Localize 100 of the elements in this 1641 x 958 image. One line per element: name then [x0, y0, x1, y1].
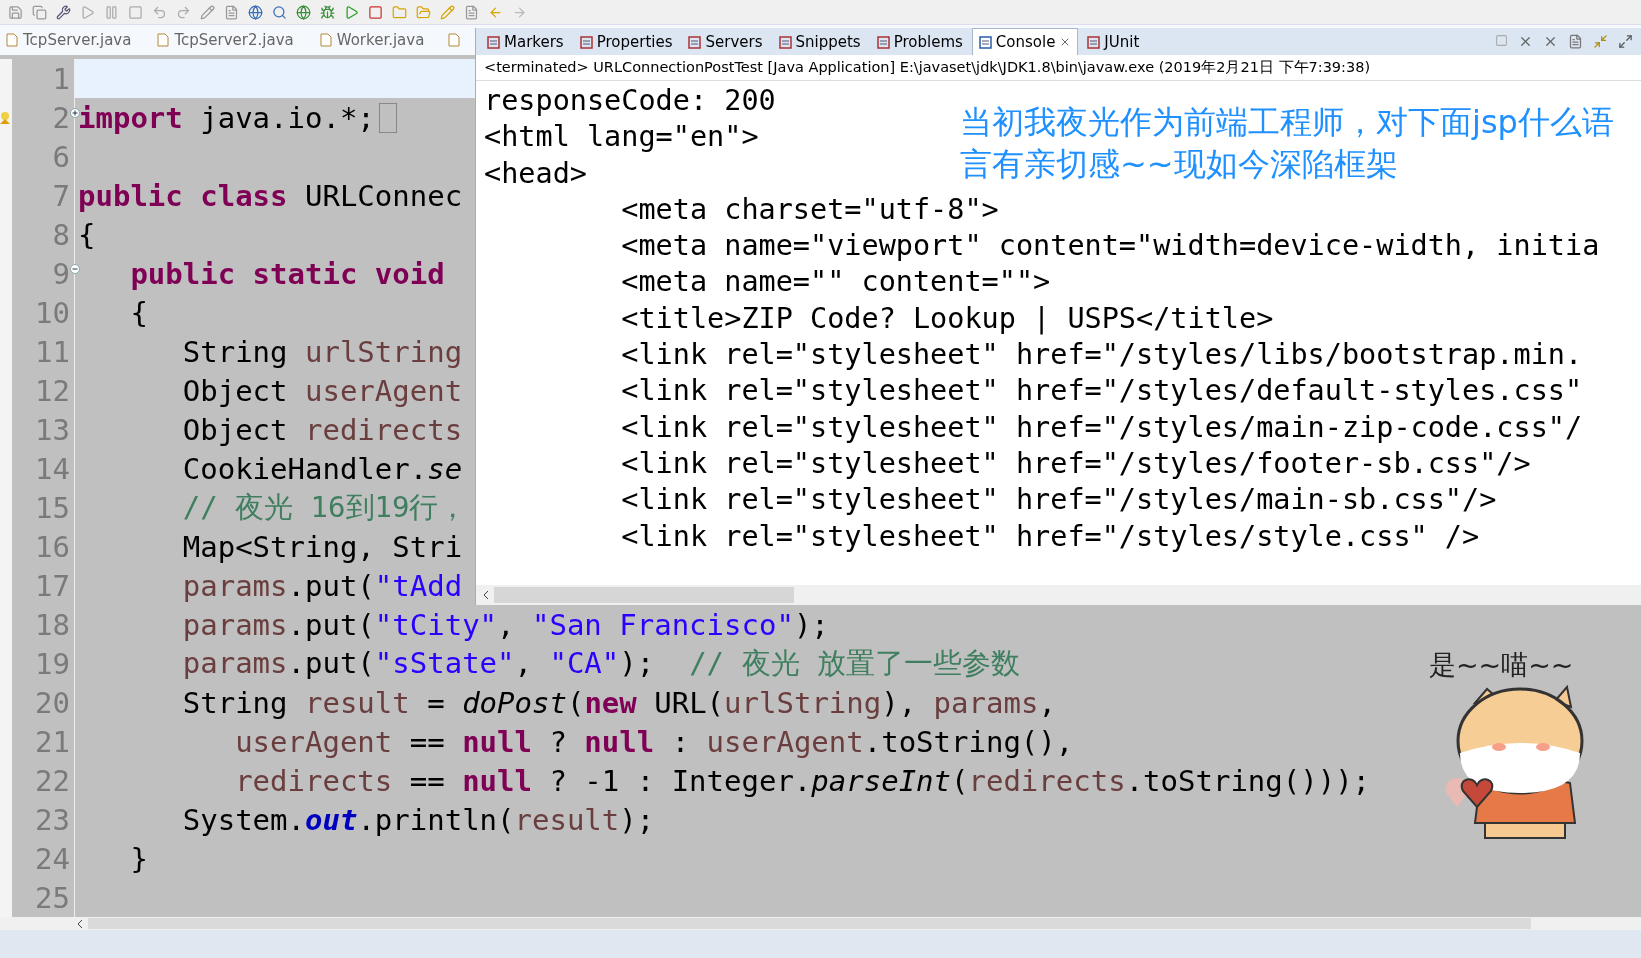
horizontal-scrollbar[interactable]	[0, 917, 1641, 930]
code-line: redirects == null ? -1 : Integer.parseInt(redirects.toString()));	[234, 763, 1371, 798]
stop-icon[interactable]	[1495, 34, 1508, 49]
console-line: <meta name="" content="">	[620, 264, 1051, 301]
code-line: String result = doPost(new URL(urlString), params,	[181, 685, 1056, 720]
code-line: CookieHandler.se	[181, 451, 463, 486]
console-line: <meta charset="utf-8">	[620, 191, 999, 228]
play-icon[interactable]	[80, 4, 95, 20]
console-line: <link rel="stylesheet" href="/styles/style.css" />	[620, 518, 1480, 555]
fold-collapse-icon[interactable]	[70, 264, 80, 274]
save-icon[interactable]	[8, 4, 23, 20]
undo-icon[interactable]	[152, 4, 167, 20]
view-tab[interactable]: Markers	[480, 28, 571, 55]
maximize-icon[interactable]	[1618, 34, 1633, 49]
line-number: 15	[35, 490, 70, 525]
view-tab[interactable]: Problems	[869, 28, 970, 55]
line-number: 8	[52, 217, 70, 252]
scroll-left-icon[interactable]	[482, 590, 490, 600]
code-line: Map<String, Stri	[181, 529, 463, 564]
bug-icon[interactable]	[320, 4, 335, 20]
sticker-caption: 是~~喵~~	[1429, 648, 1574, 682]
console-line: <head>	[484, 155, 587, 192]
redo-icon[interactable]	[176, 4, 191, 20]
scroll-left-icon[interactable]	[76, 918, 84, 929]
line-number: 20	[35, 685, 70, 720]
horizontal-scrollbar[interactable]	[476, 585, 1641, 605]
code-line: Object userAgent	[181, 373, 463, 408]
view-tab[interactable]: JUnit	[1080, 28, 1147, 55]
code-line: {	[78, 217, 96, 252]
folder-icon[interactable]	[392, 4, 407, 20]
pause-icon[interactable]	[104, 4, 119, 20]
line-number: 19	[35, 646, 70, 681]
view-tab[interactable]: Servers	[681, 28, 770, 55]
console-line: <meta name="viewport" content="width=device-width, initia	[620, 228, 1600, 265]
console-line: <link rel="stylesheet" href="/styles/default-styles.css"	[620, 373, 1583, 410]
line-number: 18	[35, 607, 70, 642]
document-icon[interactable]	[464, 4, 479, 20]
line-number: 1	[52, 61, 70, 96]
code-line: String urlString	[181, 334, 463, 369]
line-number: 16	[35, 529, 70, 564]
document-icon[interactable]	[224, 4, 239, 20]
console-line: <link rel="stylesheet" href="/styles/libs/bootstrap.min.	[620, 337, 1583, 374]
console-line: responseCode: 200	[484, 83, 776, 119]
line-number: 9	[52, 256, 70, 291]
annotation-text: 当初我夜光作为前端工程师，对下面jsp什么语言有亲切感~~现如今深陷框架	[960, 102, 1615, 185]
line-number: 23	[35, 802, 70, 837]
back-icon[interactable]	[488, 4, 503, 20]
copy-icon[interactable]	[32, 4, 47, 20]
view-icon	[978, 35, 992, 49]
code-line: public class URLConnec	[78, 178, 463, 213]
java-file-icon	[157, 33, 170, 47]
code-line: userAgent == null ? null : userAgent.toString(),	[234, 724, 1074, 759]
code-line: System.out.println(result);	[181, 802, 655, 837]
editor-tab[interactable]: TcpServer.java	[4, 31, 146, 49]
minimize-icon[interactable]	[1593, 34, 1608, 49]
line-number: 11	[35, 334, 70, 369]
editor-tab[interactable]: Worker.java	[317, 31, 439, 49]
view-tab[interactable]: Properties	[572, 28, 680, 55]
java-file-icon	[6, 33, 18, 47]
stop-icon[interactable]	[128, 4, 143, 20]
code-line: public static void	[129, 256, 445, 291]
console-line: <title>ZIP Code? Lookup | USPS</title>	[620, 300, 1274, 337]
fold-expand-icon[interactable]	[70, 108, 80, 118]
console-line: <link rel="stylesheet" href="/styles/main-zip-code.css"/	[620, 409, 1583, 446]
line-number: 13	[35, 412, 70, 447]
wrench-icon[interactable]	[56, 4, 71, 20]
view-tab[interactable]: Console	[971, 28, 1079, 55]
search-icon[interactable]	[272, 4, 287, 20]
folded-code-marker[interactable]	[378, 102, 397, 133]
java-file-icon	[448, 33, 461, 47]
code-line: params.put("tCity", "San Francisco");	[181, 607, 829, 642]
view-tab[interactable]: Snippets	[771, 28, 868, 55]
code-line: }	[129, 841, 148, 876]
line-number: 12	[35, 373, 70, 408]
close-icon[interactable]	[1518, 34, 1533, 49]
folder-icon[interactable]	[416, 4, 431, 20]
line-number: 24	[35, 841, 70, 876]
code-line: import java.io.*;	[78, 100, 375, 135]
line-number: 10	[35, 295, 70, 330]
code-line: Object redirects	[181, 412, 463, 447]
globe-icon[interactable]	[296, 4, 311, 20]
pencil-icon[interactable]	[440, 4, 455, 20]
run-icon[interactable]	[344, 4, 359, 20]
console-status-text: <terminated> URLConnectionPostTest [Java Application] E:\javaset\jdk\JDK1.8\bin\javaw.exe (2019年2月21日 下午7:39:38)	[476, 55, 1641, 81]
line-number: 25	[35, 880, 70, 915]
view-icon	[487, 35, 500, 49]
console-line: <html lang="en">	[484, 119, 759, 156]
globe-icon[interactable]	[248, 4, 263, 20]
remove-all-icon[interactable]	[1543, 34, 1558, 49]
java-file-icon	[319, 33, 332, 47]
code-line: params.put("sState", "CA"); // 夜光 放置了一些参数	[181, 644, 1020, 682]
line-number: 6	[52, 139, 70, 174]
console-line: <link rel="stylesheet" href="/styles/main-sb.css"/>	[620, 482, 1497, 519]
editor-tab[interactable]: TcpServer2.java	[155, 31, 308, 49]
pencil-icon[interactable]	[200, 4, 215, 20]
document-icon[interactable]	[1568, 34, 1583, 49]
forward-icon[interactable]	[512, 4, 527, 20]
view-icon	[688, 35, 702, 49]
line-number: 17	[35, 568, 70, 603]
line-number: 21	[35, 724, 70, 759]
